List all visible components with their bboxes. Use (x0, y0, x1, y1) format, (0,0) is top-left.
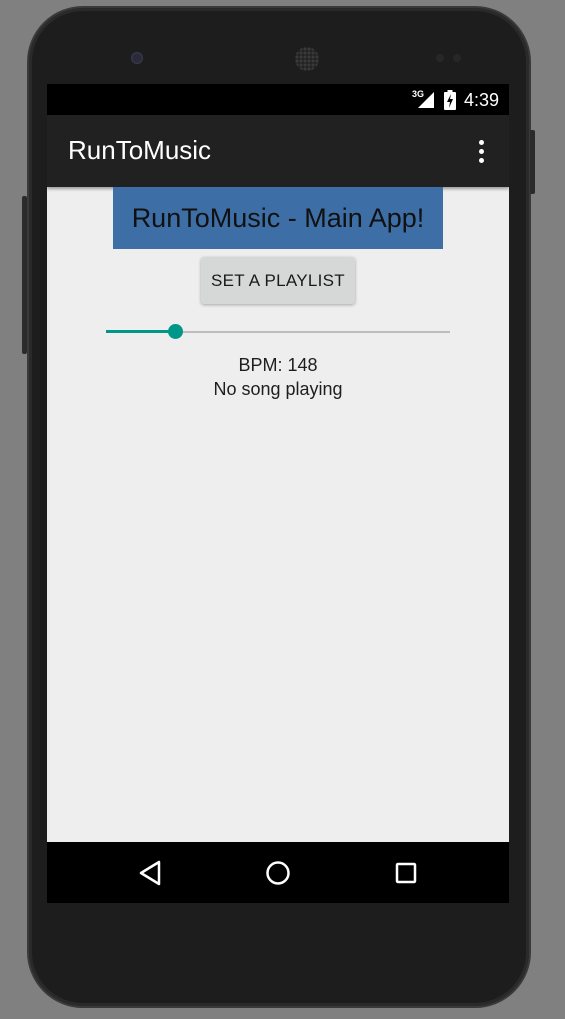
back-triangle-icon[interactable] (133, 856, 167, 890)
volume-rocker (22, 196, 27, 354)
app-title: RunToMusic (68, 135, 212, 165)
bpm-label: BPM: 148 (238, 355, 318, 375)
navigation-bar (47, 842, 509, 903)
overflow-dot (478, 148, 484, 154)
battery-charging-icon (443, 90, 456, 110)
seekbar-progress (106, 330, 175, 333)
overflow-dot (478, 139, 484, 145)
home-circle-icon[interactable] (261, 856, 295, 890)
recents-square-icon[interactable] (389, 856, 423, 890)
device-screen: 3G 4:39 RunToMusic RunToMusic - Main App (47, 84, 509, 903)
front-camera (131, 52, 143, 64)
app-bar: RunToMusic (47, 115, 509, 187)
overflow-dot (478, 157, 484, 163)
proximity-sensor (436, 54, 444, 62)
status-bar: 3G 4:39 (47, 84, 509, 115)
power-button (530, 130, 535, 194)
network-type: 3G (411, 89, 424, 99)
bpm-seekbar[interactable] (106, 320, 450, 344)
set-playlist-button[interactable]: SET A PLAYLIST (201, 257, 355, 304)
more-vert-icon[interactable] (469, 137, 493, 165)
seekbar-thumb[interactable] (167, 324, 183, 339)
status-clock: 4:39 (463, 89, 499, 110)
earpiece-speaker (295, 47, 319, 71)
light-sensor (453, 54, 461, 62)
song-status-label: No song playing (213, 379, 343, 399)
main-banner: RunToMusic - Main App! (113, 187, 443, 249)
signal-icon: 3G (411, 89, 436, 110)
